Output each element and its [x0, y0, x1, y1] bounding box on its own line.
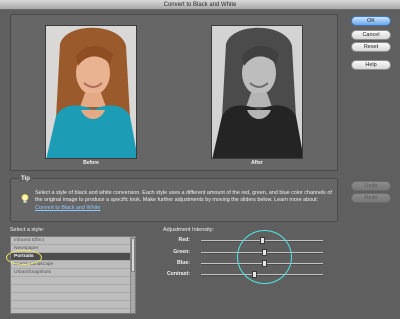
- style-list: Infrared Effect Newspaper Portraits Scen…: [10, 236, 136, 314]
- green-slider-label: Green:: [173, 249, 190, 255]
- sliders-highlight-circle: [237, 230, 292, 284]
- before-photo: [45, 25, 137, 159]
- lightbulb-icon: [21, 193, 29, 204]
- redo-button[interactable]: Redo: [351, 193, 391, 203]
- adjustment-intensity-label: Adjustment Intensity:: [163, 227, 215, 233]
- style-item-urban-snapshots[interactable]: Urban/Snapshots: [11, 269, 135, 277]
- ok-button[interactable]: OK: [351, 16, 391, 26]
- style-item-empty-2: [11, 285, 135, 293]
- learn-more-link[interactable]: Convert to Black and White: [35, 205, 100, 211]
- window-titlebar: Convert to Black and White: [0, 0, 400, 10]
- reset-button[interactable]: Reset: [351, 42, 391, 52]
- tip-label: Tip: [19, 176, 32, 182]
- cancel-button[interactable]: Cancel: [351, 30, 391, 40]
- before-label: Before: [83, 160, 99, 166]
- blue-slider-label: Blue:: [177, 260, 190, 266]
- style-item-empty-4: [11, 301, 135, 309]
- style-item-empty-1: [11, 277, 135, 285]
- portraits-highlight-circle: [6, 250, 42, 265]
- after-label: After: [251, 160, 263, 166]
- select-style-label: Select a style:: [10, 227, 45, 233]
- undo-button[interactable]: Undo: [351, 181, 391, 191]
- contrast-slider-label: Contrast:: [166, 271, 190, 277]
- style-list-scrollbar[interactable]: [130, 237, 135, 313]
- help-button[interactable]: Help: [351, 60, 391, 70]
- window-title: Convert to Black and White: [163, 2, 237, 8]
- preview-panel: Before After: [10, 14, 338, 171]
- tip-panel: Tip Select a style of black and white co…: [10, 176, 338, 222]
- style-item-empty-3: [11, 293, 135, 301]
- after-photo: [211, 25, 303, 159]
- style-list-scroll-thumb[interactable]: [131, 238, 135, 272]
- tip-body: Select a style of black and white conver…: [35, 190, 332, 204]
- tip-text: Select a style of black and white conver…: [35, 190, 333, 212]
- style-item-infrared-effect[interactable]: Infrared Effect: [11, 237, 135, 245]
- red-slider-label: Red:: [178, 237, 190, 243]
